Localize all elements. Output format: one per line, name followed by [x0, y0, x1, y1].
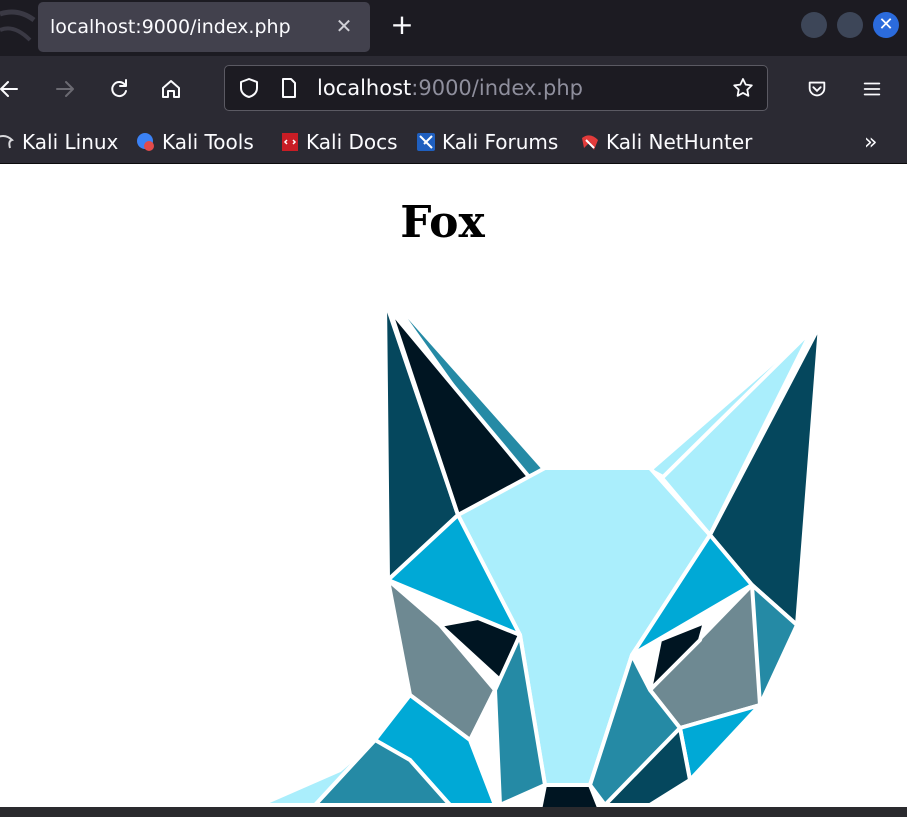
kali-wallpaper-icon	[0, 9, 36, 42]
reload-icon[interactable]	[102, 72, 136, 106]
bookmark-label: Kali Forums	[442, 130, 559, 154]
kali-tools-icon	[137, 133, 154, 151]
close-window-button[interactable]: ✕	[873, 12, 899, 38]
browser-window: localhost:9000/index.php ✕ + ✕ localhost…	[0, 0, 907, 817]
bookmark-kali-tools[interactable]: Kali Tools	[136, 129, 254, 155]
tab-active[interactable]: localhost:9000/index.php ✕	[38, 2, 370, 52]
page-icon[interactable]	[277, 76, 301, 100]
bookmarks-toolbar: Kali Linux Kali Tools Kali Docs Kali For…	[0, 121, 907, 164]
kali-dragon-icon	[0, 135, 14, 149]
navigation-toolbar: localhost:9000/index.php	[0, 56, 907, 121]
tab-title: localhost:9000/index.php	[50, 16, 291, 38]
bookmark-kali-linux[interactable]: Kali Linux	[0, 129, 118, 155]
menu-icon[interactable]	[855, 72, 889, 106]
forward-icon[interactable]	[48, 72, 82, 106]
tab-strip: localhost:9000/index.php ✕ + ✕	[0, 0, 907, 56]
url-text: localhost:9000/index.php	[317, 76, 583, 100]
pocket-icon[interactable]	[800, 72, 834, 106]
geometric-fox-image	[258, 288, 822, 807]
url-host: localhost	[317, 76, 412, 100]
page-content: Fox	[0, 164, 907, 807]
bookmark-label: Kali Tools	[162, 130, 254, 154]
kali-nethunter-icon	[582, 135, 598, 150]
home-icon[interactable]	[154, 72, 188, 106]
url-path: :9000/index.php	[411, 76, 583, 100]
url-bar[interactable]: localhost:9000/index.php	[224, 65, 768, 111]
chevron-double-right-icon[interactable]: »	[864, 130, 877, 155]
bookmark-label: Kali Linux	[22, 130, 119, 154]
bookmark-kali-forums[interactable]: Kali Forums	[416, 129, 558, 155]
kali-forums-icon	[417, 133, 435, 151]
back-icon[interactable]	[0, 72, 26, 106]
minimize-button[interactable]	[801, 12, 827, 38]
maximize-button[interactable]	[837, 12, 863, 38]
bookmark-label: Kali NetHunter	[606, 130, 753, 154]
star-icon[interactable]	[731, 76, 755, 100]
bookmark-kali-docs[interactable]: Kali Docs	[280, 129, 398, 155]
kali-docs-icon	[282, 133, 298, 151]
bookmark-kali-nethunter[interactable]: Kali NetHunter	[580, 129, 752, 155]
close-icon[interactable]: ✕	[332, 14, 356, 38]
bookmark-label: Kali Docs	[306, 130, 398, 154]
plus-icon[interactable]: +	[388, 11, 416, 40]
status-bar	[0, 807, 907, 817]
shield-icon[interactable]	[237, 76, 261, 100]
